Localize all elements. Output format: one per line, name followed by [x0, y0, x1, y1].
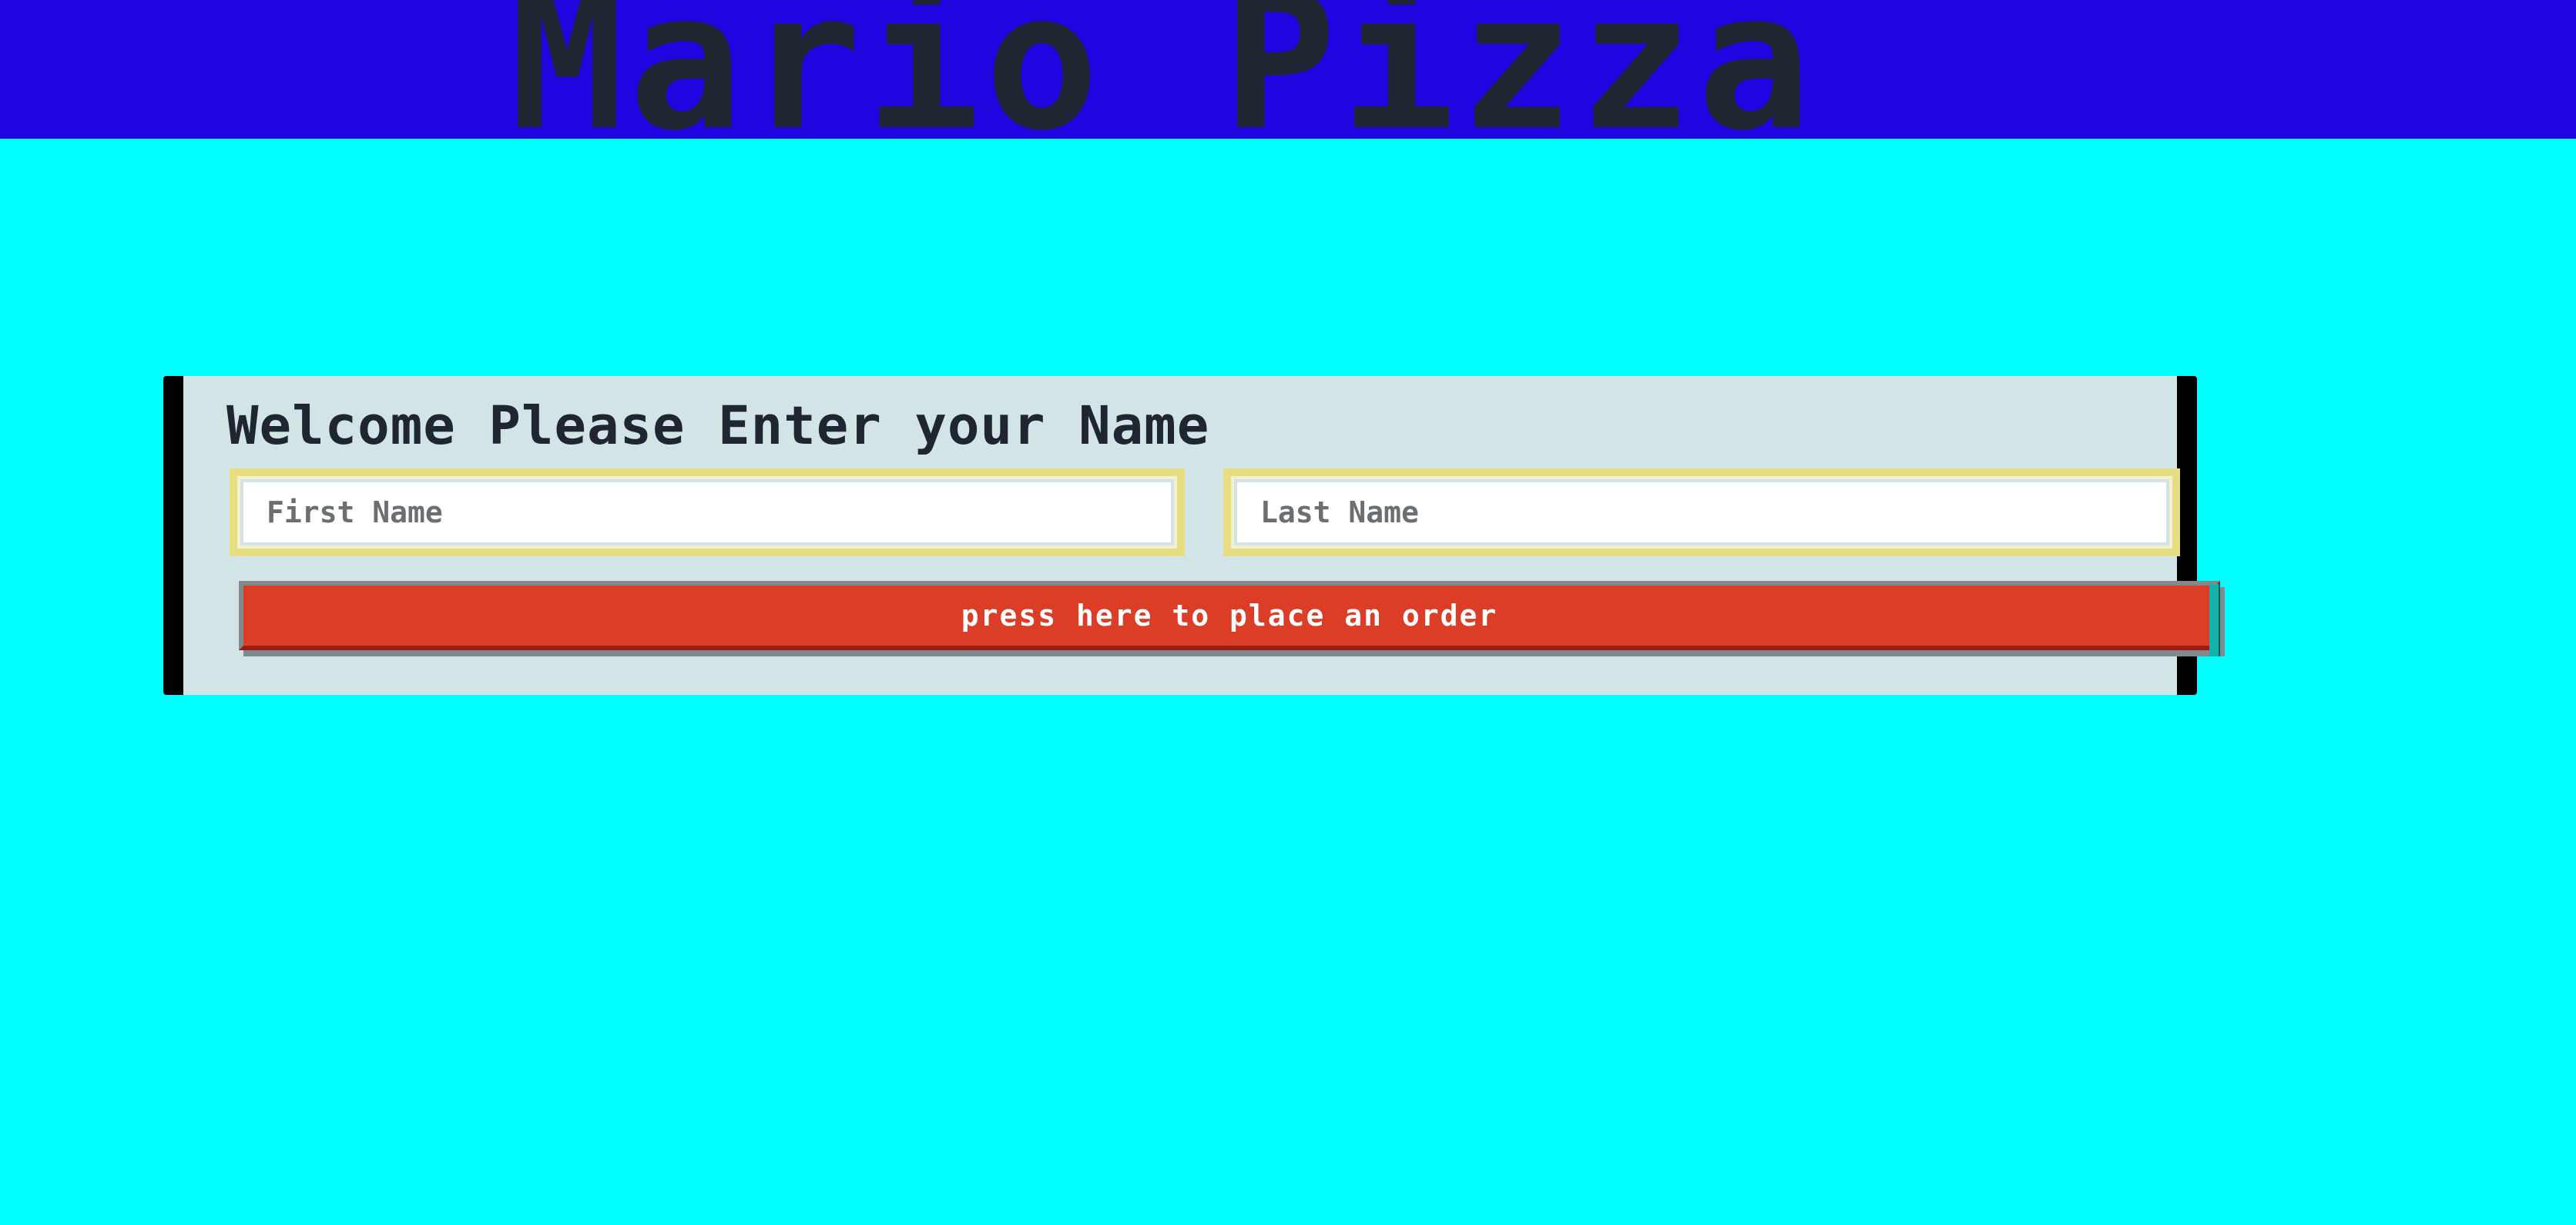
place-order-button[interactable]: press here to place an order	[239, 581, 2220, 650]
welcome-heading: Welcome Please Enter your Name	[226, 395, 1210, 457]
first-name-field-frame	[230, 468, 1185, 556]
site-header: Mario Pizza	[0, 0, 2576, 139]
first-name-input[interactable]	[240, 479, 1174, 545]
last-name-field-frame	[1223, 468, 2180, 556]
last-name-input[interactable]	[1234, 479, 2169, 545]
name-entry-card: Welcome Please Enter your Name press her…	[163, 376, 2220, 695]
site-title: Mario Pizza	[510, 0, 1816, 139]
button-edge-accent	[2209, 584, 2219, 656]
